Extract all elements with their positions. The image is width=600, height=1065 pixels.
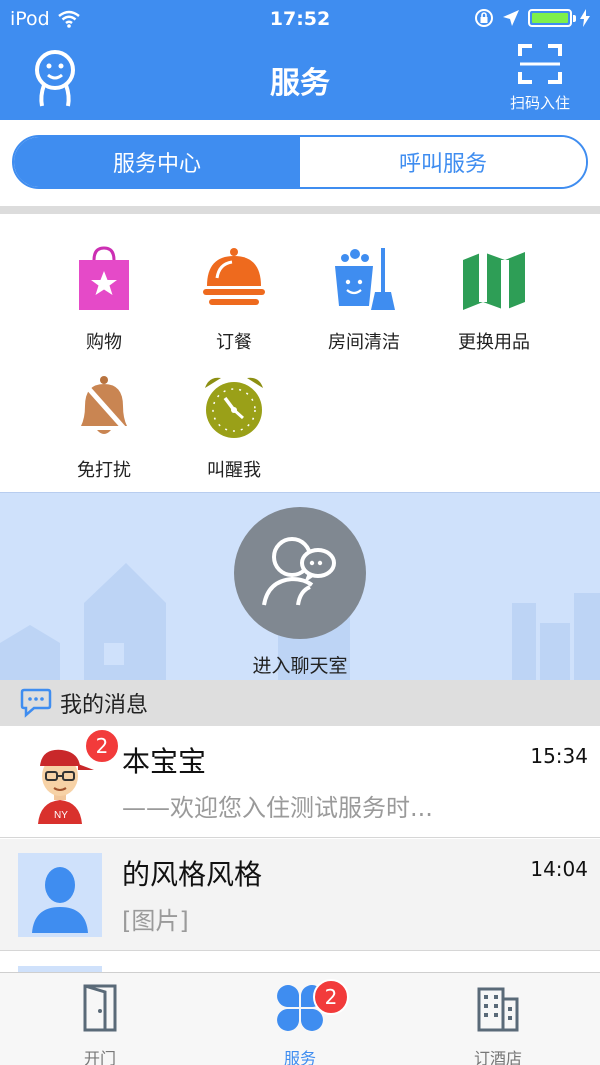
status-bar: iPod 17:52	[0, 0, 600, 40]
battery-icon	[528, 9, 576, 27]
chat-people-icon	[262, 537, 336, 606]
message-row[interactable]: NY 2 本宝宝 15:34 ——欢迎您入住测试服务时...	[0, 726, 600, 838]
message-time: 14:04	[530, 857, 588, 881]
scan-checkin-button[interactable]: 扫码入住	[500, 44, 580, 114]
alarm-clock-icon	[205, 377, 263, 438]
scan-checkin-label: 扫码入住	[509, 94, 570, 112]
service-label: 免打扰	[77, 460, 131, 481]
tab-label: 服务	[283, 1049, 316, 1065]
top-header: iPod 17:52 服务 扫码入住	[0, 0, 600, 120]
tab-book-hotel[interactable]: 订酒店	[438, 983, 558, 1065]
food-cloche-icon	[203, 248, 265, 305]
location-arrow-icon	[503, 10, 519, 26]
messages-header: 我的消息	[0, 680, 600, 726]
service-label: 订餐	[216, 332, 252, 353]
message-row[interactable]: 的风格风格 14:04 [图片]	[0, 839, 600, 951]
message-preview: [图片]	[122, 907, 189, 935]
section-divider	[0, 206, 600, 214]
door-icon	[83, 984, 117, 1032]
chat-room-button[interactable]	[234, 507, 366, 639]
chat-room-banner[interactable]: 进入聊天室	[0, 492, 600, 680]
tab-label: 订酒店	[473, 1049, 522, 1065]
message-sender: 的风格风格	[122, 858, 263, 891]
shopping-bag-icon	[79, 246, 129, 310]
tab-open-door[interactable]: 开门	[40, 983, 160, 1065]
charging-bolt-icon	[580, 9, 590, 27]
folded-map-icon	[463, 252, 525, 310]
building-icon	[477, 987, 519, 1032]
status-right-group	[474, 8, 590, 28]
service-replace-supplies[interactable]: 更换用品	[434, 244, 554, 364]
chat-room-label: 进入聊天室	[252, 655, 348, 677]
message-preview: ——欢迎您入住测试服务时...	[122, 794, 433, 822]
service-label: 叫醒我	[207, 460, 261, 481]
tab-bar: 开门 服务 2 订酒店	[0, 972, 600, 1065]
default-person-icon	[32, 867, 88, 933]
cleaning-icon	[335, 248, 395, 310]
messages-header-title: 我的消息	[60, 693, 149, 718]
orientation-lock-icon	[475, 9, 493, 27]
unread-badge: 2	[84, 728, 120, 764]
service-order-food[interactable]: 订餐	[174, 244, 294, 364]
service-grid: 购物 订餐 房间清洁 更换用品 免打扰 叫醒我	[0, 214, 600, 492]
chat-bubble-icon	[20, 688, 52, 718]
tab-service-center[interactable]: 服务中心	[14, 137, 300, 187]
avatar	[18, 853, 102, 937]
bell-muted-icon	[79, 376, 131, 436]
segment-area: 服务中心 呼叫服务	[0, 120, 600, 206]
segmented-control: 服务中心 呼叫服务	[12, 135, 588, 189]
service-shopping[interactable]: 购物	[44, 244, 164, 364]
service-do-not-disturb[interactable]: 免打扰	[44, 372, 164, 492]
scan-frame-icon	[518, 44, 562, 84]
message-sender: 本宝宝	[122, 745, 207, 778]
service-label: 更换用品	[458, 332, 530, 353]
svg-text:NY: NY	[54, 810, 68, 821]
tab-badge: 2	[313, 979, 349, 1015]
message-time: 15:34	[530, 744, 588, 768]
service-wake-me[interactable]: 叫醒我	[174, 372, 294, 492]
service-room-cleaning[interactable]: 房间清洁	[304, 244, 424, 364]
tab-call-service[interactable]: 呼叫服务	[300, 137, 586, 187]
service-label: 购物	[86, 332, 122, 353]
service-label: 房间清洁	[328, 332, 400, 353]
tab-label: 开门	[83, 1049, 116, 1065]
